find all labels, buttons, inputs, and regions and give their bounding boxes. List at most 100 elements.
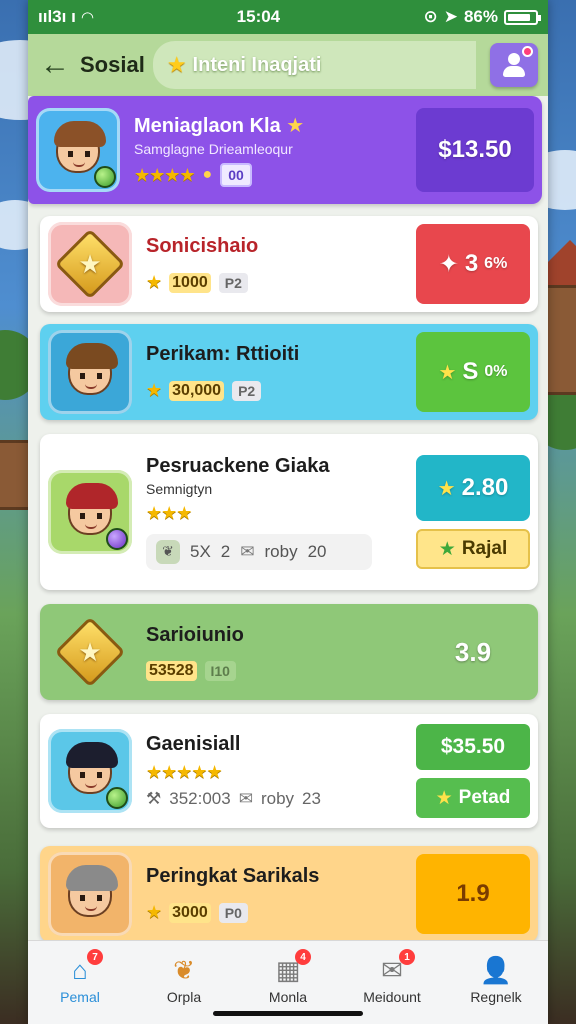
star-icon: ★ (286, 115, 305, 137)
level-tag: P2 (218, 272, 248, 293)
stat-value: 352:003 (169, 789, 231, 808)
character-face-icon (66, 865, 118, 917)
price-label: S (462, 358, 479, 385)
coin-amount: 53528 (146, 660, 197, 681)
list-item[interactable]: Peringkat Sarikals ★ 3000 P0 1.9 (40, 846, 538, 942)
star-icon: ★ (166, 52, 187, 77)
tab-home[interactable]: ⌂ 7 Pemal (35, 949, 125, 1005)
price-button[interactable]: ★ 2.80 (416, 455, 530, 521)
person-icon (501, 52, 527, 78)
star-icon: ★ (437, 477, 456, 500)
leaf-icon: ❦ (156, 539, 180, 564)
avatar: ★ (48, 222, 132, 306)
notification-badge: 4 (295, 949, 311, 965)
rating-stars: ★★★★ (134, 164, 196, 185)
star-icon: ★ (146, 380, 162, 400)
list-item[interactable]: Gaenisiall ★★★★★ ⚒ 352:003 ✉ roby 23 $35… (40, 714, 538, 828)
price-button[interactable]: $13.50 (416, 108, 534, 192)
stat-value: 20 (307, 541, 327, 561)
clock: 15:04 (236, 7, 281, 26)
action-button[interactable]: ★ Petad (416, 778, 530, 818)
tab-label: Monla (268, 989, 308, 1005)
stat-value: 5X (190, 541, 211, 561)
list-item[interactable]: Pesruackene Giaka Semnigtyn ★★★ ❦ 5X 2 ✉… (40, 434, 538, 590)
price-label: 3 (464, 250, 479, 277)
level-tag: 00 (220, 163, 252, 187)
tab-label: Pemal (60, 989, 100, 1005)
list-item[interactable]: ★ Sarioiunio 53528 I10 3.9 (40, 604, 538, 700)
price-label: 2.80 (461, 474, 509, 501)
alarm-icon: ⊙ (423, 7, 438, 26)
character-face-icon (66, 343, 118, 395)
star-icon: ★ (78, 248, 102, 279)
app-header: ← Sosial ★ Inteni Inaqjati (28, 34, 548, 96)
battery-percent: 86% (463, 7, 498, 26)
price-button[interactable]: $35.50 (416, 724, 530, 770)
action-label: Rajal (461, 538, 508, 559)
character-face-icon (66, 742, 118, 794)
price-button[interactable]: ✦ 3 6% (416, 224, 530, 304)
profile-button[interactable] (490, 43, 538, 87)
gem-icon (106, 528, 128, 550)
avatar: ★ (48, 610, 132, 694)
list-item[interactable]: Perikam: Rttioiti ★ 30,000 P2 ★ S 0% (40, 324, 538, 420)
tab-monla[interactable]: ▦ 4 Monla (243, 949, 333, 1005)
header-banner[interactable]: ★ Inteni Inaqjati (152, 41, 476, 89)
item-subtitle: Samglagne Drieamleoqur (134, 141, 293, 157)
item-name: Gaenisiall (146, 733, 241, 755)
list-item[interactable]: ★ Sonicishaio ★ 1000 P2 ✦ 3 6% (40, 216, 538, 312)
rating-stars: ★★★★★ (146, 762, 223, 782)
tab-label: Regnelk (470, 989, 522, 1005)
item-subtitle: Semnigtyn (146, 480, 213, 497)
character-face-icon (54, 121, 106, 173)
price-label[interactable]: 3.9 (416, 612, 530, 692)
avatar (48, 729, 132, 813)
location-icon: ➤ (443, 7, 458, 26)
battery-icon (503, 9, 541, 25)
notification-badge: 7 (87, 949, 103, 965)
level-tag: P0 (218, 902, 248, 923)
gem-icon (106, 787, 128, 809)
signal-label: ııl3ı ı (38, 7, 76, 26)
price-suffix: 0% (484, 363, 508, 380)
coin-amount: 3000 (169, 902, 211, 923)
mail-icon: ✉ (238, 789, 253, 808)
tab-label: Meidount (363, 989, 421, 1005)
tab-regnelk[interactable]: 👤 Regnelk (451, 954, 541, 1006)
item-name: Sonicishaio (146, 235, 259, 257)
avatar (48, 852, 132, 936)
back-arrow-icon[interactable]: ← (38, 48, 72, 82)
star-icon: ★ (146, 272, 162, 292)
stat-label: roby (260, 789, 295, 808)
price-button[interactable]: ★ S 0% (416, 332, 530, 412)
item-stats: ❦ 5X 2 ✉ roby 20 (146, 533, 372, 570)
price-button[interactable]: 1.9 (416, 854, 530, 934)
tab-label: Orpla (166, 989, 202, 1005)
phone-screen: ııl3ı ı ◠ 15:04 ⊙ ➤ 86% ← Sosial ★ Inten… (28, 0, 548, 1024)
avatar (48, 330, 132, 414)
tab-orpla[interactable]: ❦ Orpla (139, 955, 229, 1006)
rating-stars: ★★★ (146, 502, 192, 523)
coin-amount: 1000 (169, 272, 211, 293)
person-icon: 👤 (479, 954, 513, 985)
price-value: 3.9 (454, 636, 492, 667)
coin-amount: 30,000 (169, 380, 225, 401)
character-face-icon (66, 483, 118, 535)
item-name: Peringkat Sarikals (146, 865, 320, 887)
mail-icon: ✉ (240, 541, 255, 561)
price-suffix: 6% (484, 255, 508, 272)
notification-badge: 1 (399, 949, 415, 965)
gem-icon (94, 166, 116, 188)
stat-value: 2 (220, 541, 231, 561)
level-tag: I10 (204, 660, 236, 681)
home-indicator[interactable] (213, 1011, 363, 1016)
star-icon: ★ (438, 538, 456, 560)
page-title: Sosial (80, 52, 145, 77)
list-item[interactable]: Meniaglaon Kla ★ Samglagne Drieamleoqur … (28, 96, 542, 204)
tab-meidount[interactable]: ✉ 1 Meidount (347, 949, 437, 1005)
item-name: Perikam: Rttioiti (146, 343, 300, 365)
status-bar: ııl3ı ı ◠ 15:04 ⊙ ➤ 86% (28, 0, 548, 34)
star-icon: ★ (435, 787, 453, 809)
item-name: Pesruackene Giaka (146, 454, 330, 477)
action-button[interactable]: ★ Rajal (416, 529, 530, 569)
